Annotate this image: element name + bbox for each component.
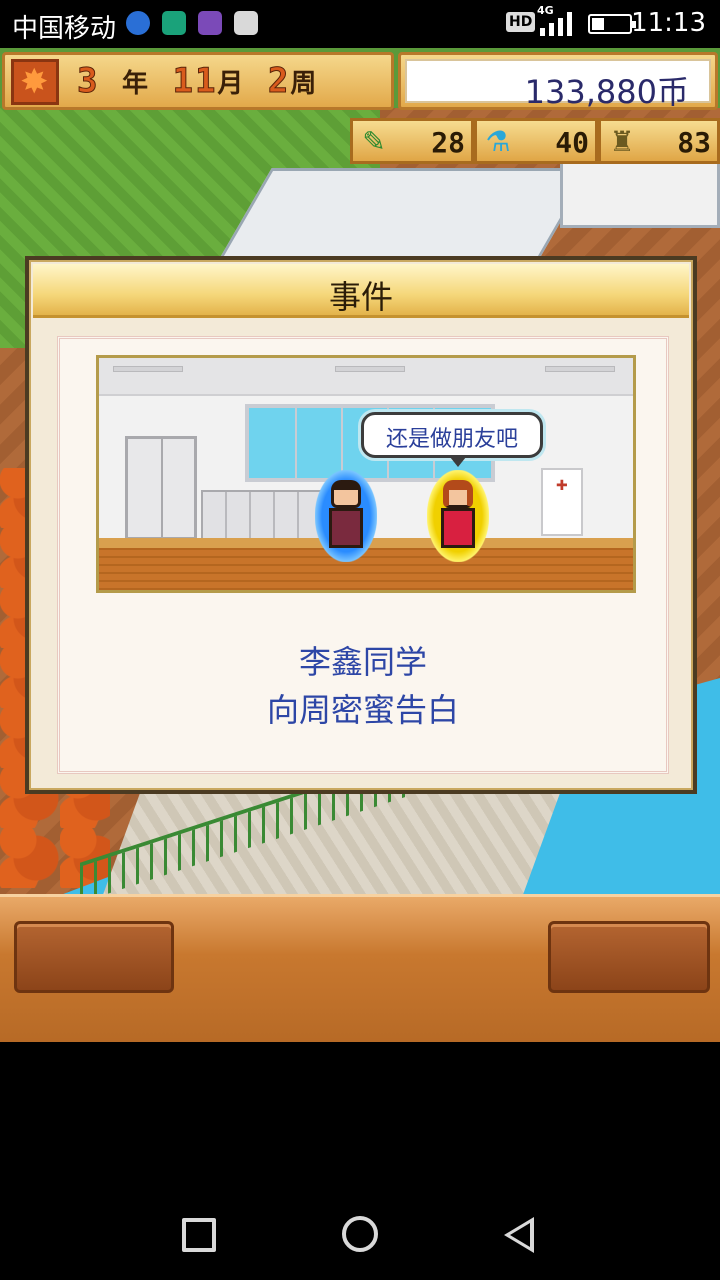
calendar-icon bbox=[234, 11, 258, 35]
student-girl bbox=[427, 470, 489, 562]
signal-icon bbox=[540, 12, 572, 36]
first-aid-cabinet bbox=[541, 468, 583, 536]
clock: 11:13 bbox=[631, 8, 706, 38]
scene-ceiling bbox=[99, 358, 633, 396]
girl-body bbox=[441, 508, 475, 548]
event-dialog[interactable]: 事件 ✚ 还是做朋友吧 李鑫同学 向周密蜜告白 bbox=[25, 256, 697, 794]
bell-icon: ♜ bbox=[609, 125, 635, 158]
stat-value: 40 bbox=[555, 126, 589, 159]
flask-icon: ⚗ bbox=[485, 125, 511, 158]
week-unit: 周 bbox=[290, 69, 319, 99]
left-menu-button[interactable] bbox=[14, 921, 174, 993]
stat-value: 28 bbox=[431, 126, 465, 159]
event-scene: 还是做朋友吧 bbox=[96, 355, 636, 593]
event-message-line1: 李鑫同学 bbox=[298, 643, 427, 681]
back-button[interactable] bbox=[504, 1217, 534, 1253]
shield-icon bbox=[162, 11, 186, 35]
hd-badge: HD bbox=[506, 12, 536, 32]
autumn-leaf-icon bbox=[11, 59, 59, 105]
week-value: 2 bbox=[267, 61, 291, 102]
month-unit: 月 bbox=[217, 69, 246, 99]
right-menu-button[interactable] bbox=[548, 921, 710, 993]
ceiling-light bbox=[335, 366, 405, 372]
month-value: 11 bbox=[172, 61, 218, 102]
ceiling-light bbox=[113, 366, 183, 372]
year-value: 3 bbox=[76, 61, 100, 102]
ceiling-light bbox=[545, 366, 615, 372]
dialog-body: 还是做朋友吧 李鑫同学 向周密蜜告白 bbox=[57, 336, 669, 774]
boy-head bbox=[331, 480, 361, 508]
money-field: 133,880币 bbox=[405, 59, 711, 111]
battery-icon bbox=[588, 14, 636, 34]
window-pane bbox=[295, 408, 297, 478]
navigation-bar bbox=[0, 1180, 720, 1280]
carrier-name: 中国移动 bbox=[12, 14, 117, 44]
speech-bubble: 还是做朋友吧 bbox=[361, 412, 543, 467]
stat-flask: ⚗ 40 bbox=[474, 118, 598, 164]
status-bar: 中国移动 HD 4G 11:13 bbox=[0, 0, 720, 48]
gallery-icon bbox=[198, 11, 222, 35]
year-unit: 年 bbox=[121, 69, 150, 99]
girl-head bbox=[443, 480, 473, 508]
student-boy bbox=[315, 470, 377, 562]
money-panel: 133,880币 bbox=[398, 52, 718, 111]
boy-body bbox=[329, 508, 363, 548]
event-message-line2: 向周密蜜告白 bbox=[266, 691, 459, 729]
date-panel: 3 年 11月 2周 bbox=[2, 52, 394, 110]
speech-text: 还是做朋友吧 bbox=[385, 427, 518, 452]
stat-bell: ♜ 83 bbox=[598, 118, 720, 164]
sogou-icon bbox=[126, 11, 150, 35]
bottom-panel bbox=[0, 894, 720, 1042]
recents-button[interactable] bbox=[182, 1218, 216, 1252]
window-pane bbox=[341, 408, 343, 478]
pencil-icon: ✎ bbox=[362, 125, 386, 158]
home-button[interactable] bbox=[342, 1216, 378, 1252]
dialog-header: 事件 bbox=[33, 264, 689, 318]
date-display: 3 年 11月 2周 bbox=[76, 61, 319, 102]
money-value: 133,880币 bbox=[524, 73, 689, 111]
stat-value: 83 bbox=[677, 126, 711, 159]
stat-pencil: ✎ 28 bbox=[350, 118, 474, 164]
classroom-door bbox=[125, 436, 197, 540]
stats-bar: ✎ 28 ⚗ 40 ♜ 83 bbox=[350, 118, 720, 166]
dialog-title: 事件 bbox=[328, 278, 393, 316]
